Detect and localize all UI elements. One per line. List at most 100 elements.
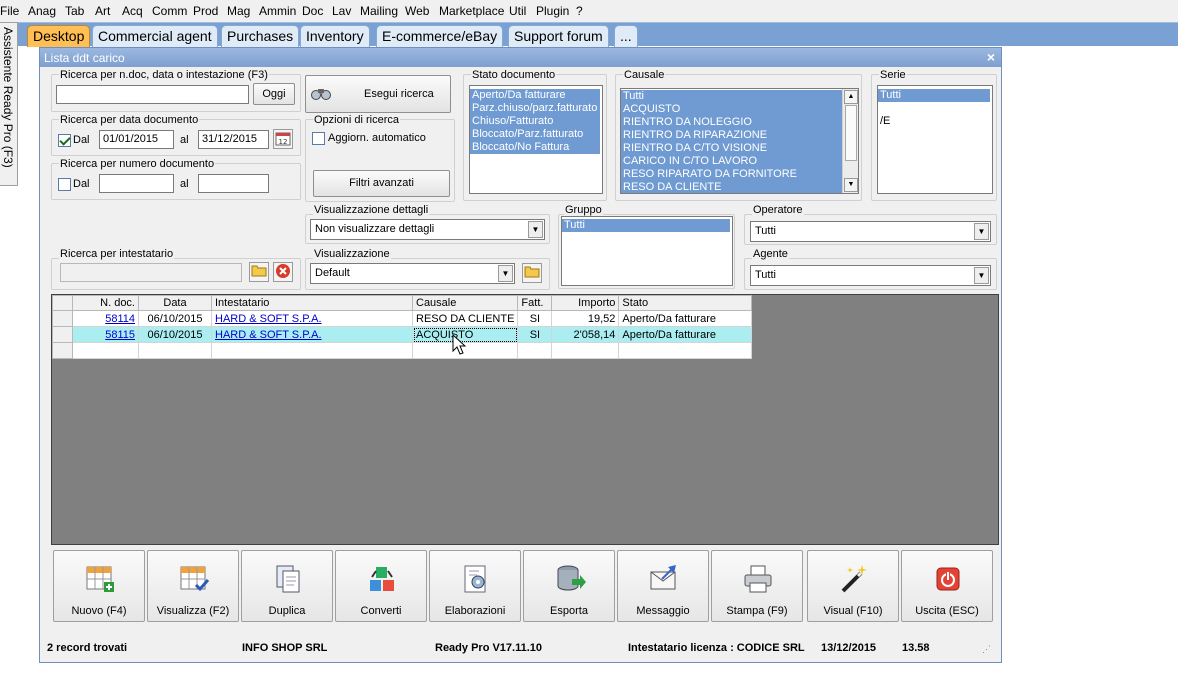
table-row-empty[interactable]	[52, 342, 753, 359]
holder-link[interactable]: HARD & SOFT S.P.A.	[215, 313, 322, 325]
window-title-bar: Lista ddt carico ×	[40, 48, 1001, 67]
list-item[interactable]: Tutti	[621, 90, 842, 103]
menu-ammin[interactable]: Ammin	[259, 4, 296, 18]
folder-icon[interactable]	[249, 262, 269, 282]
column-header[interactable]: Data	[138, 295, 212, 311]
clear-icon[interactable]	[273, 262, 293, 282]
menu-prod[interactable]: Prod	[193, 4, 218, 18]
today-button[interactable]: Oggi	[253, 83, 295, 105]
exit-button[interactable]: Uscita (ESC)	[901, 550, 993, 622]
table-row[interactable]: 58115 06/10/2015 HARD & SOFT S.P.A. ACQU…	[52, 326, 753, 343]
view-select[interactable]: Default ▼	[310, 263, 515, 284]
view-button[interactable]: Visualizza (F2)	[147, 550, 239, 622]
list-item[interactable]: Chiuso/Fatturato	[470, 115, 600, 128]
tab-support-forum[interactable]: Support forum	[508, 25, 609, 47]
close-icon[interactable]: ×	[987, 49, 995, 65]
menu-acq[interactable]: Acq	[122, 4, 143, 18]
export-button[interactable]: Esporta	[523, 550, 615, 622]
menu-mailing[interactable]: Mailing	[360, 4, 398, 18]
export-button-label: Esporta	[550, 605, 588, 617]
serie-list[interactable]: Tutti /E	[877, 85, 993, 194]
column-header[interactable]: Fatt.	[517, 295, 553, 311]
menu-plugin[interactable]: Plugin	[536, 4, 569, 18]
list-item[interactable]: Parz.chiuso/parz.fatturato	[470, 102, 600, 115]
date-from-input[interactable]: 01/01/2015	[99, 130, 174, 149]
duplicate-button[interactable]: Duplica	[241, 550, 333, 622]
gruppo-list[interactable]: Tutti	[561, 216, 733, 286]
process-button[interactable]: Elaborazioni	[429, 550, 521, 622]
menu-web[interactable]: Web	[405, 4, 429, 18]
column-header[interactable]: N. doc.	[72, 295, 139, 311]
scroll-down-icon[interactable]: ▼	[844, 178, 858, 192]
auto-update-checkbox[interactable]	[312, 132, 325, 145]
menu-help[interactable]: ?	[576, 4, 583, 18]
document-status-list[interactable]: Aperto/Da fatturare Parz.chiuso/parz.fat…	[469, 85, 603, 194]
column-header[interactable]: Stato	[618, 295, 753, 311]
menu-comm[interactable]: Comm	[152, 4, 187, 18]
number-checkbox[interactable]	[58, 178, 71, 191]
list-item[interactable]: RIENTRO DA NOLEGGIO	[621, 116, 842, 129]
list-item[interactable]: RESO RIPARATO DA FORNITORE	[621, 168, 842, 181]
menu-art[interactable]: Art	[95, 4, 110, 18]
print-button[interactable]: Stampa (F9)	[711, 550, 803, 622]
menu-file[interactable]: File	[0, 4, 19, 18]
column-header[interactable]: Causale	[411, 295, 519, 311]
search-text-input[interactable]	[56, 85, 249, 104]
tab-more[interactable]: ...	[614, 25, 638, 47]
tab-commercial-agent[interactable]: Commercial agent	[92, 25, 218, 47]
holder-search-input[interactable]	[60, 263, 242, 282]
advanced-filters-button[interactable]: Filtri avanzati	[313, 170, 450, 197]
new-button[interactable]: Nuovo (F4)	[53, 550, 145, 622]
menu-marketplace[interactable]: Marketplace	[439, 4, 504, 18]
tab-ecommerce-ebay[interactable]: E-commerce/eBay	[376, 25, 504, 47]
date-checkbox[interactable]	[58, 134, 71, 147]
menu-tab[interactable]: Tab	[65, 4, 84, 18]
visual-button[interactable]: Visual (F10)	[807, 550, 899, 622]
doc-number-link[interactable]: 58114	[105, 313, 135, 325]
number-to-input[interactable]	[198, 174, 269, 193]
list-item[interactable]: CARICO IN C/TO LAVORO	[621, 155, 842, 168]
menu-anag[interactable]: Anag	[28, 4, 56, 18]
scroll-up-icon[interactable]: ▲	[844, 90, 858, 104]
column-header[interactable]: Importo	[551, 295, 620, 311]
assistant-side-tab[interactable]: Assistente Ready Pro (F3)	[0, 22, 18, 186]
folder-icon[interactable]	[522, 263, 542, 283]
column-header[interactable]: Intestatario	[211, 295, 413, 311]
tab-purchases[interactable]: Purchases	[221, 25, 300, 47]
list-item[interactable]: ACQUISTO	[621, 103, 842, 116]
causale-scrollbar[interactable]: ▲ ▼	[842, 89, 858, 193]
convert-button[interactable]: Converti	[335, 550, 427, 622]
list-item[interactable]: Bloccato/Parz.fatturato	[470, 128, 600, 141]
list-item[interactable]: RESO DA CLIENTE	[621, 181, 842, 193]
number-from-input[interactable]	[99, 174, 174, 193]
list-item[interactable]: Bloccato/No Fattura	[470, 141, 600, 154]
list-item[interactable]: RIENTRO DA C/TO VISIONE	[621, 142, 842, 155]
scroll-thumb[interactable]	[845, 105, 857, 161]
doc-number-link[interactable]: 58115	[105, 329, 135, 341]
agent-select[interactable]: Tutti ▼	[750, 265, 991, 286]
date-to-input[interactable]: 31/12/2015	[198, 130, 269, 149]
menu-mag[interactable]: Mag	[227, 4, 250, 18]
menu-lav[interactable]: Lav	[332, 4, 351, 18]
operator-select[interactable]: Tutti ▼	[750, 221, 991, 242]
details-view-select[interactable]: Non visualizzare dettagli ▼	[310, 219, 545, 240]
documents-grid[interactable]: N. doc. Data Intestatario Causale Fatt. …	[51, 294, 999, 545]
list-item[interactable]: /E	[878, 115, 992, 128]
list-item[interactable]: Aperto/Da fatturare	[470, 89, 600, 102]
table-cell: Aperto/Da fatturare	[618, 326, 753, 343]
list-item[interactable]: RIENTRO DA RIPARAZIONE	[621, 129, 842, 142]
table-row[interactable]: 58114 06/10/2015 HARD & SOFT S.P.A. RESO…	[52, 310, 753, 327]
list-item[interactable]	[878, 102, 992, 115]
menu-util[interactable]: Util	[509, 4, 526, 18]
calendar-icon[interactable]: 12	[273, 129, 293, 149]
list-item[interactable]: Tutti	[878, 89, 990, 102]
menu-doc[interactable]: Doc	[302, 4, 323, 18]
list-item[interactable]: Tutti	[562, 219, 730, 232]
tab-inventory[interactable]: Inventory	[300, 25, 370, 47]
holder-link[interactable]: HARD & SOFT S.P.A.	[215, 329, 322, 341]
message-button[interactable]: Messaggio	[617, 550, 709, 622]
execute-search-button[interactable]: Esegui ricerca	[305, 75, 451, 113]
tab-desktop[interactable]: Desktop	[27, 25, 91, 47]
resize-grip-icon[interactable]: ⋰	[982, 644, 991, 655]
causale-list[interactable]: Tutti ACQUISTO RIENTRO DA NOLEGGIO RIENT…	[620, 88, 859, 194]
